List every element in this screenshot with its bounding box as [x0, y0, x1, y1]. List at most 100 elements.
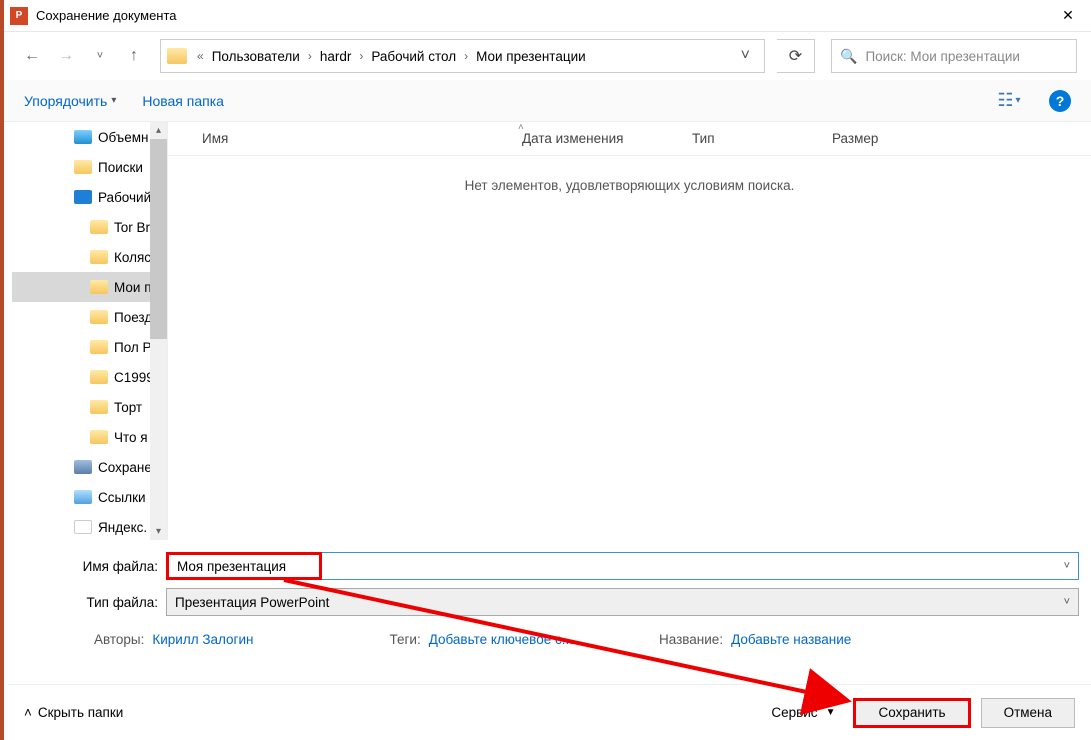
chevron-down-icon: ˅ — [1064, 596, 1070, 608]
filename-input[interactable]: Моя презентация — [166, 552, 322, 580]
folder-icon — [90, 370, 108, 384]
column-size[interactable]: Размер — [832, 131, 932, 146]
service-button[interactable]: Сервис ▼ — [763, 705, 843, 720]
tags-value[interactable]: Добавьте ключевое с... — [429, 632, 573, 647]
up-arrow-icon[interactable]: ↑ — [120, 42, 148, 70]
folder-icon — [90, 400, 108, 414]
search-placeholder: Поиск: Мои презентации — [865, 49, 1020, 64]
navigation-bar: ← → ˅ ↑ « Пользователи › hardr › Рабочий… — [4, 32, 1091, 80]
filename-dropdown[interactable]: ˅ — [319, 552, 1079, 580]
tree-item[interactable]: Поиски — [12, 152, 167, 182]
title-bar: P Сохранение документа ✕ — [4, 0, 1091, 32]
column-name[interactable]: Имя — [202, 131, 522, 146]
chevron-right-icon: › — [458, 49, 474, 63]
tree-item-label: Яндекс. — [98, 520, 147, 535]
search-icon: 🔍 — [840, 48, 857, 65]
chevron-up-icon: ˄ — [24, 705, 32, 720]
footer: ˄ Скрыть папки Сервис ▼ Сохранить Отмена — [8, 684, 1091, 740]
tree-item[interactable]: Ссылки — [12, 482, 167, 512]
link-icon — [74, 490, 92, 504]
desktop-icon — [74, 190, 92, 204]
scrollbar[interactable]: ▴ ▾ — [150, 122, 167, 540]
title-label: Название: — [659, 632, 723, 647]
tree-item-label: С1999 — [114, 370, 154, 385]
column-headers: ˄ Имя Дата изменения Тип Размер — [168, 122, 1091, 156]
save-button[interactable]: Сохранить — [853, 698, 970, 728]
main-area: ОбъемнПоискиРабочийTor BroКоляскМои прПо… — [4, 122, 1091, 540]
scroll-down-icon[interactable]: ▾ — [150, 523, 167, 540]
tree-item[interactable]: С1999 — [12, 362, 167, 392]
window-title: Сохранение документа — [36, 8, 1045, 23]
search-input[interactable]: 🔍 Поиск: Мои презентации — [831, 39, 1077, 73]
hide-folders-button[interactable]: ˄ Скрыть папки — [24, 705, 123, 720]
scroll-up-icon[interactable]: ▴ — [150, 122, 167, 139]
tree-item[interactable]: Tor Bro — [12, 212, 167, 242]
form-area: Имя файла: Моя презентация ˅ Тип файла: … — [4, 540, 1091, 647]
folder-icon — [90, 430, 108, 444]
tree-item[interactable]: Яндекс. — [12, 512, 167, 540]
column-date[interactable]: Дата изменения — [522, 131, 692, 146]
title-value[interactable]: Добавьте название — [731, 632, 851, 647]
toolbar: Упорядочить▾ Новая папка ☷▾ ? — [4, 80, 1091, 122]
chevron-down-icon: ˅ — [1064, 560, 1070, 572]
file-list: ˄ Имя Дата изменения Тип Размер Нет элем… — [168, 122, 1091, 540]
filetype-label: Тип файла: — [16, 595, 166, 610]
forward-arrow-icon[interactable]: → — [52, 42, 80, 70]
filetype-select[interactable]: Презентация PowerPoint ˅ — [166, 588, 1079, 616]
save-icon — [74, 460, 92, 474]
chevron-right-icon: › — [302, 49, 318, 63]
new-folder-button[interactable]: Новая папка — [142, 93, 224, 109]
search-icon — [74, 160, 92, 174]
chevron-down-icon: ▾ — [111, 95, 116, 106]
refresh-button[interactable]: ⟳ — [777, 39, 815, 73]
close-button[interactable]: ✕ — [1045, 0, 1091, 32]
organize-button[interactable]: Упорядочить▾ — [24, 93, 116, 109]
tree-item[interactable]: Мои пр — [12, 272, 167, 302]
folder-icon — [90, 250, 108, 264]
tree-item[interactable]: Поездк — [12, 302, 167, 332]
folder-icon — [167, 48, 187, 64]
tags-label: Теги: — [389, 632, 420, 647]
tree-item-label: Торт — [114, 400, 142, 415]
powerpoint-icon: P — [10, 7, 28, 25]
tree-item[interactable]: Рабочий — [12, 182, 167, 212]
chevron-right-icon: › — [353, 49, 369, 63]
folder-icon — [90, 220, 108, 234]
tree-item-label: Ссылки — [98, 490, 146, 505]
tree-item[interactable]: Что я з — [12, 422, 167, 452]
recent-dropdown-icon[interactable]: ˅ — [86, 42, 114, 70]
filename-label: Имя файла: — [16, 559, 166, 574]
cancel-button[interactable]: Отмена — [981, 698, 1075, 728]
breadcrumb[interactable]: « Пользователи › hardr › Рабочий стол › … — [160, 39, 765, 73]
back-arrow-icon[interactable]: ← — [18, 42, 46, 70]
chevron-down-icon: ▼ — [826, 707, 836, 718]
sort-indicator-icon: ˄ — [518, 122, 524, 133]
tree-item[interactable]: Торт — [12, 392, 167, 422]
tree-item-label: Рабочий — [98, 190, 151, 205]
breadcrumb-item[interactable]: Рабочий стол — [369, 49, 458, 64]
tree-item-label: Объемн — [98, 130, 148, 145]
yandex-icon — [74, 520, 92, 534]
tree-item[interactable]: Сохране — [12, 452, 167, 482]
breadcrumb-item[interactable]: Мои презентации — [474, 49, 588, 64]
tree-item[interactable]: Объемн — [12, 122, 167, 152]
tree-item[interactable]: Пол Ро — [12, 332, 167, 362]
breadcrumb-dropdown-icon[interactable]: ˅ — [733, 47, 758, 65]
folder-icon — [90, 310, 108, 324]
scrollbar-thumb[interactable] — [150, 139, 167, 339]
help-icon[interactable]: ? — [1049, 90, 1071, 112]
tree-item-label: Сохране — [98, 460, 152, 475]
cube-icon — [74, 130, 92, 144]
empty-message: Нет элементов, удовлетворяющих условиям … — [168, 156, 1091, 193]
breadcrumb-item[interactable]: hardr — [318, 49, 354, 64]
column-type[interactable]: Тип — [692, 131, 832, 146]
folder-icon — [90, 280, 108, 294]
tree-item-label: Поиски — [98, 160, 143, 175]
view-options-icon[interactable]: ☷▾ — [995, 90, 1023, 112]
authors-label: Авторы: — [94, 632, 144, 647]
folder-icon — [90, 340, 108, 354]
authors-value[interactable]: Кирилл Залогин — [152, 632, 253, 647]
breadcrumb-item[interactable]: Пользователи — [210, 49, 302, 64]
sidebar-tree: ОбъемнПоискиРабочийTor BroКоляскМои прПо… — [4, 122, 168, 540]
tree-item[interactable]: Коляск — [12, 242, 167, 272]
